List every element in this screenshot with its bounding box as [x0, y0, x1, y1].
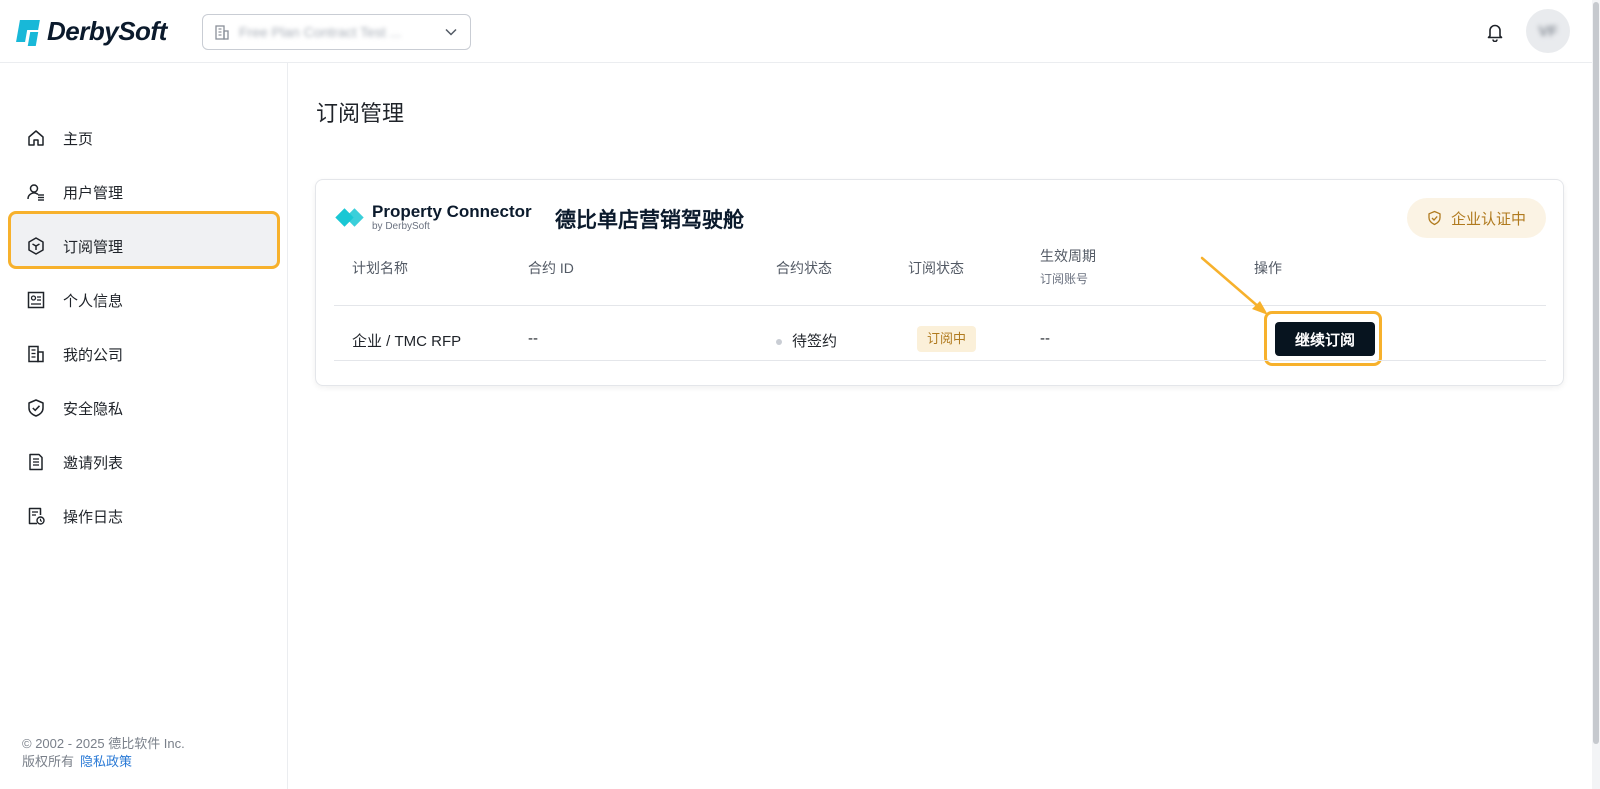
- column-header-plan-name: 计划名称: [352, 260, 408, 276]
- column-header-subscription-status: 订阅状态: [908, 260, 964, 276]
- cell-contract-id: --: [528, 330, 538, 347]
- column-header-contract-status: 合约状态: [776, 260, 832, 276]
- profile-card-icon: [27, 291, 45, 309]
- header-divider: [334, 305, 1546, 306]
- brand-name: Property Connector: [372, 202, 532, 221]
- cube-icon: [28, 237, 44, 255]
- continue-subscription-highlight: 继续订阅: [1264, 311, 1382, 366]
- sidebar-item-label: 订阅管理: [63, 238, 124, 256]
- sidebar-item-security-privacy[interactable]: 安全隐私: [0, 381, 288, 435]
- sidebar-nav: 主页 用户管理 订阅管理 个人信息 我的公司 安全隐私 邀请列表 操作日志: [0, 111, 288, 543]
- sidebar-item-my-company[interactable]: 我的公司: [0, 327, 288, 381]
- sidebar-footer: © 2002 - 2025 德比软件 Inc. 版权所有 隐私政策: [22, 735, 185, 771]
- column-header-period: 生效周期 订阅账号: [1040, 246, 1096, 287]
- sidebar-item-subscription-management[interactable]: 订阅管理: [0, 219, 288, 273]
- property-connector-logo-mark: [335, 206, 364, 230]
- sidebar-item-personal-info[interactable]: 个人信息: [0, 273, 288, 327]
- sidebar-item-label: 邀请列表: [63, 454, 124, 472]
- list-doc-icon: [29, 453, 43, 471]
- notification-bell-icon[interactable]: [1486, 22, 1504, 42]
- subscription-card: Property Connector by DerbySoft 德比单店营销驾驶…: [315, 179, 1564, 386]
- user-avatar[interactable]: VF: [1526, 9, 1570, 53]
- product-name: 德比单店营销驾驶舱: [555, 209, 744, 232]
- sidebar-item-invite-list[interactable]: 邀请列表: [0, 435, 288, 489]
- log-clock-icon: [28, 507, 45, 525]
- certification-status-badge: 企业认证中: [1407, 198, 1546, 238]
- avatar-initials: VF: [1538, 22, 1558, 40]
- sidebar: 主页 用户管理 订阅管理 个人信息 我的公司 安全隐私 邀请列表 操作日志 © …: [0, 63, 288, 789]
- brand-by: by DerbySoft: [372, 221, 430, 232]
- continue-subscription-button[interactable]: 继续订阅: [1275, 322, 1375, 356]
- status-dot: [776, 339, 782, 346]
- cell-plan-name: 企业 / TMC RFP: [352, 333, 462, 350]
- page-title: 订阅管理: [316, 101, 405, 126]
- page-scrollbar[interactable]: [1592, 0, 1600, 789]
- sidebar-item-operation-log[interactable]: 操作日志: [0, 489, 288, 543]
- rights-line: 版权所有 隐私政策: [22, 753, 185, 771]
- organization-name: Free Plan Contract Test ...: [239, 24, 402, 40]
- contract-status-text: 待签约: [792, 333, 838, 350]
- derbysoft-logo-mark: [16, 18, 40, 46]
- scrollbar-thumb[interactable]: [1593, 2, 1599, 744]
- period-sub-label: 订阅账号: [1040, 272, 1089, 286]
- building-icon: [28, 345, 44, 363]
- sidebar-item-label: 个人信息: [63, 292, 124, 310]
- row-divider: [334, 360, 1546, 361]
- top-header: DerbySoft Free Plan Contract Test ... VF: [0, 0, 1600, 63]
- user-manage-icon: [27, 184, 44, 201]
- cell-period: --: [1040, 330, 1050, 347]
- subscription-status-tag: 订阅中: [917, 326, 977, 352]
- sidebar-item-home[interactable]: 主页: [0, 111, 288, 165]
- building-icon: [215, 25, 229, 40]
- home-icon: [28, 130, 44, 146]
- privacy-policy-link[interactable]: 隐私政策: [80, 754, 132, 769]
- sidebar-item-label: 安全隐私: [63, 400, 124, 418]
- cert-badge-label: 企业认证中: [1450, 210, 1526, 228]
- property-connector-logo: Property Connector by DerbySoft: [335, 202, 532, 233]
- chevron-down-icon: [445, 28, 457, 36]
- organization-selector[interactable]: Free Plan Contract Test ...: [202, 14, 471, 50]
- logo-text: DerbySoft: [47, 16, 167, 46]
- shield-check-icon: [1428, 210, 1441, 226]
- derbysoft-logo[interactable]: DerbySoft: [16, 16, 167, 47]
- sidebar-item-label: 用户管理: [63, 184, 124, 202]
- column-header-contract-id: 合约 ID: [528, 260, 574, 276]
- cell-contract-status: 待签约: [776, 330, 837, 351]
- period-label: 生效周期: [1040, 248, 1096, 264]
- sidebar-item-user-management[interactable]: 用户管理: [0, 165, 288, 219]
- copyright-text: © 2002 - 2025 德比软件 Inc.: [22, 736, 185, 751]
- sidebar-item-label: 我的公司: [63, 346, 124, 364]
- shield-icon: [28, 399, 44, 417]
- sidebar-item-label: 主页: [63, 130, 94, 148]
- annotation-arrow-icon: [1200, 256, 1268, 315]
- sidebar-item-label: 操作日志: [63, 508, 124, 526]
- rights-text: 版权所有: [22, 754, 75, 769]
